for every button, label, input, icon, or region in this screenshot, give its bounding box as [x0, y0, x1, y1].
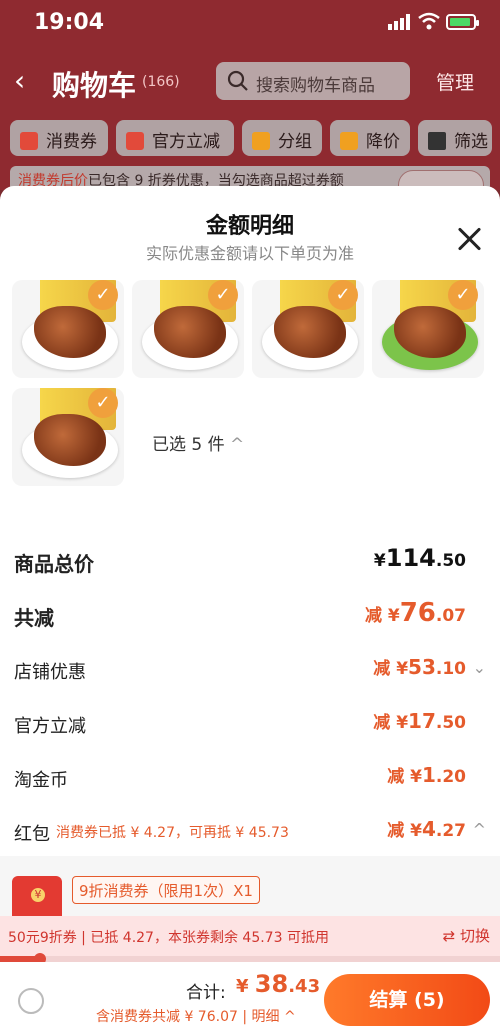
checkout-button[interactable]: 结算 (5) [324, 974, 490, 1026]
check-icon: ✓ [208, 280, 238, 310]
battery-icon [446, 14, 479, 30]
check-icon: ✓ [328, 280, 358, 310]
row-label: 淘金币 [14, 770, 68, 791]
row-official: 官方立减 减 ¥17.50 [14, 708, 486, 742]
manage-button[interactable]: 管理 [436, 68, 474, 95]
sheet-title: 金额明细 [205, 214, 294, 239]
row-value: 减 ¥1.20 [387, 763, 466, 787]
filter-label: 降价 [366, 132, 400, 152]
coupon-icon [20, 132, 38, 150]
check-icon: ✓ [88, 388, 118, 418]
filter-group[interactable]: 分组 [242, 120, 322, 156]
coupon-strip: 50元9折券 | 已抵 4.27，本张券剩余 45.73 可抵用 ⇄ 切换 [0, 916, 500, 956]
switch-button[interactable]: ⇄ 切换 [443, 925, 490, 946]
chevron-up-icon: ^ [230, 435, 245, 455]
row-coins: 淘金币 减 ¥1.20 [14, 762, 486, 796]
redpack-note: 消费券已抵 ¥ 4.27，可再抵 ¥ 45.73 [56, 825, 289, 841]
filter-screen[interactable]: 筛选 [418, 120, 492, 156]
row-label: 共减 [14, 606, 54, 630]
filter-label: 消费券 [46, 132, 97, 152]
selected-count[interactable]: 已选 5 件 ^ [152, 430, 244, 455]
signal-icon [388, 14, 410, 30]
search-input[interactable]: 搜索购物车商品 [216, 62, 410, 100]
filter-icon [428, 132, 446, 150]
bolt-icon [126, 132, 144, 150]
selected-count-label: 已选 5 件 [152, 435, 225, 455]
filter-label: 分组 [278, 132, 312, 152]
product-thumb[interactable]: ✓ [252, 280, 364, 378]
sum-note[interactable]: 含消费券共减 ¥ 76.07 | 明细 ^ [96, 1006, 296, 1026]
chevron-up-icon: ^ [472, 820, 486, 839]
cart-navbar: ‹ 购物车 (166) 搜索购物车商品 管理 [0, 58, 500, 106]
filter-official[interactable]: 官方立减 [116, 120, 234, 156]
filter-pricedrop[interactable]: 降价 [330, 120, 410, 156]
page-title: 购物车 [52, 69, 137, 102]
status-bar: 19:04 [0, 0, 500, 46]
strip-text: 50元9折券 | 已抵 4.27，本张券剩余 45.73 可抵用 [8, 930, 329, 946]
checkout-bar: 合计: ¥ 38.43 含消费券共减 ¥ 76.07 | 明细 ^ 结算 (5) [0, 962, 500, 1034]
selected-items: ✓ ✓ ✓ ✓ ✓ [0, 280, 500, 500]
clock: 19:04 [34, 10, 105, 35]
row-label: 商品总价 [14, 552, 94, 576]
row-reduce: 共减 减 ¥76.07 [14, 598, 486, 632]
chevron-left-icon[interactable]: ‹ [14, 64, 25, 97]
sum-label: 合计: [186, 983, 226, 1003]
product-thumb[interactable]: ✓ [12, 280, 124, 378]
row-shop-discount[interactable]: 店铺优惠 减 ¥53.10 ⌄ [14, 654, 486, 688]
chevron-down-icon: ⌄ [472, 658, 486, 677]
coupon-tag[interactable]: 9折消费券（限用1次）X1 [72, 876, 260, 904]
product-thumb[interactable]: ✓ [132, 280, 244, 378]
close-icon[interactable] [456, 226, 482, 252]
row-total: 商品总价 ¥114.50 [14, 544, 486, 578]
row-value: 减 ¥53.10 [373, 655, 466, 679]
check-icon: ✓ [88, 280, 118, 310]
row-value: ¥114.50 [373, 544, 466, 572]
sheet-subtitle: 实际优惠金额请以下单页为准 [145, 244, 354, 263]
filter-label: 官方立减 [152, 132, 220, 152]
product-thumb[interactable]: ✓ [12, 388, 124, 486]
wifi-icon [418, 12, 440, 30]
coupon-list: 9折消费券（限用1次）X1 [0, 856, 500, 916]
folder-icon [252, 132, 270, 150]
row-value: 减 ¥4.27 [387, 817, 466, 841]
filter-label: 筛选 [454, 132, 488, 152]
filter-bar: 消费券 官方立减 分组 降价 筛选 [0, 116, 500, 158]
search-icon [227, 70, 248, 91]
product-thumb[interactable]: ✓ [372, 280, 484, 378]
filter-coupon[interactable]: 消费券 [10, 120, 108, 156]
row-redpack[interactable]: 红包 消费券已抵 ¥ 4.27，可再抵 ¥ 45.73 减 ¥4.27 ^ [14, 816, 486, 850]
arrow-down-icon [340, 132, 358, 150]
search-placeholder: 搜索购物车商品 [256, 76, 375, 96]
check-icon: ✓ [448, 280, 478, 310]
amount-detail-sheet: 金额明细 实际优惠金额请以下单页为准 ✓ ✓ ✓ ✓ ✓ 已选 5 件 ^ 商品… [0, 186, 500, 916]
select-all-radio[interactable] [18, 988, 44, 1014]
cart-count: (166) [142, 74, 180, 90]
red-envelope-icon [12, 876, 62, 916]
row-label: 店铺优惠 [14, 662, 86, 683]
sum-value: ¥ 38.43 [236, 970, 321, 998]
row-label: 官方立减 [14, 716, 86, 737]
row-label: 红包 [14, 824, 50, 845]
row-value: 减 ¥76.07 [364, 598, 466, 628]
row-value: 减 ¥17.50 [373, 709, 466, 733]
